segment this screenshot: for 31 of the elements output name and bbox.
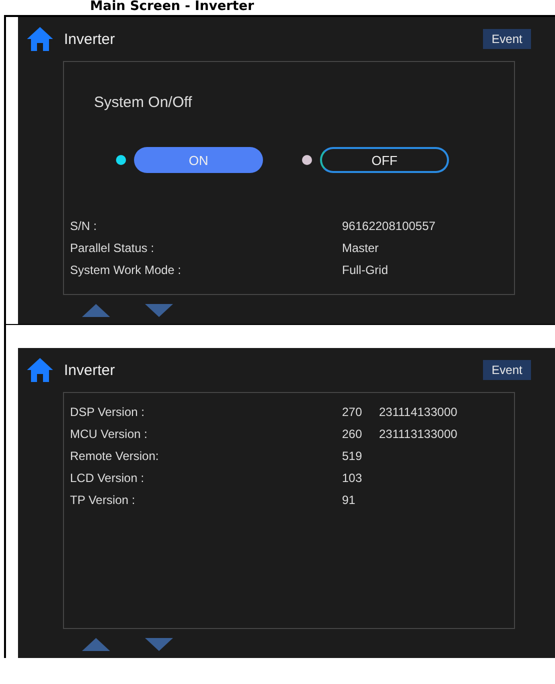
info-label: LCD Version : (70, 471, 146, 485)
info-value: Full-Grid (342, 263, 388, 277)
info-value: 260 (342, 427, 364, 441)
event-button[interactable]: Event (483, 360, 531, 380)
info-label: DSP Version : (70, 405, 146, 419)
info-label: TP Version : (70, 493, 136, 507)
info-value: 519 (342, 449, 364, 463)
info-label: S/N : (70, 219, 98, 233)
scroll-up-icon[interactable] (82, 304, 110, 317)
info-label: System Work Mode : (70, 263, 182, 277)
info-value: 91 (342, 493, 356, 507)
event-button[interactable]: Event (483, 29, 531, 49)
section-title: System On/Off (94, 94, 194, 111)
info-value: 231114133000 (379, 405, 458, 419)
home-icon[interactable] (26, 26, 54, 52)
home-icon[interactable] (26, 357, 54, 383)
section-heading: Main Screen - Inverter (90, 0, 254, 14)
info-value: 231113133000 (379, 427, 458, 441)
scroll-down-icon[interactable] (145, 638, 173, 651)
info-value: 96162208100557 (342, 219, 436, 233)
screen-title: Inverter (64, 362, 115, 378)
info-label: Remote Version: (70, 449, 160, 463)
screen-title: Inverter (64, 30, 115, 48)
info-value: Master (342, 241, 379, 255)
scroll-up-icon[interactable] (82, 638, 110, 651)
info-value: 270 (342, 405, 364, 419)
info-value: 103 (342, 471, 364, 485)
info-label: MCU Version : (70, 427, 148, 441)
power-toggle-button[interactable]: OFF (320, 147, 449, 173)
info-label: Parallel Status : (70, 241, 156, 255)
scroll-down-icon[interactable] (145, 304, 173, 317)
